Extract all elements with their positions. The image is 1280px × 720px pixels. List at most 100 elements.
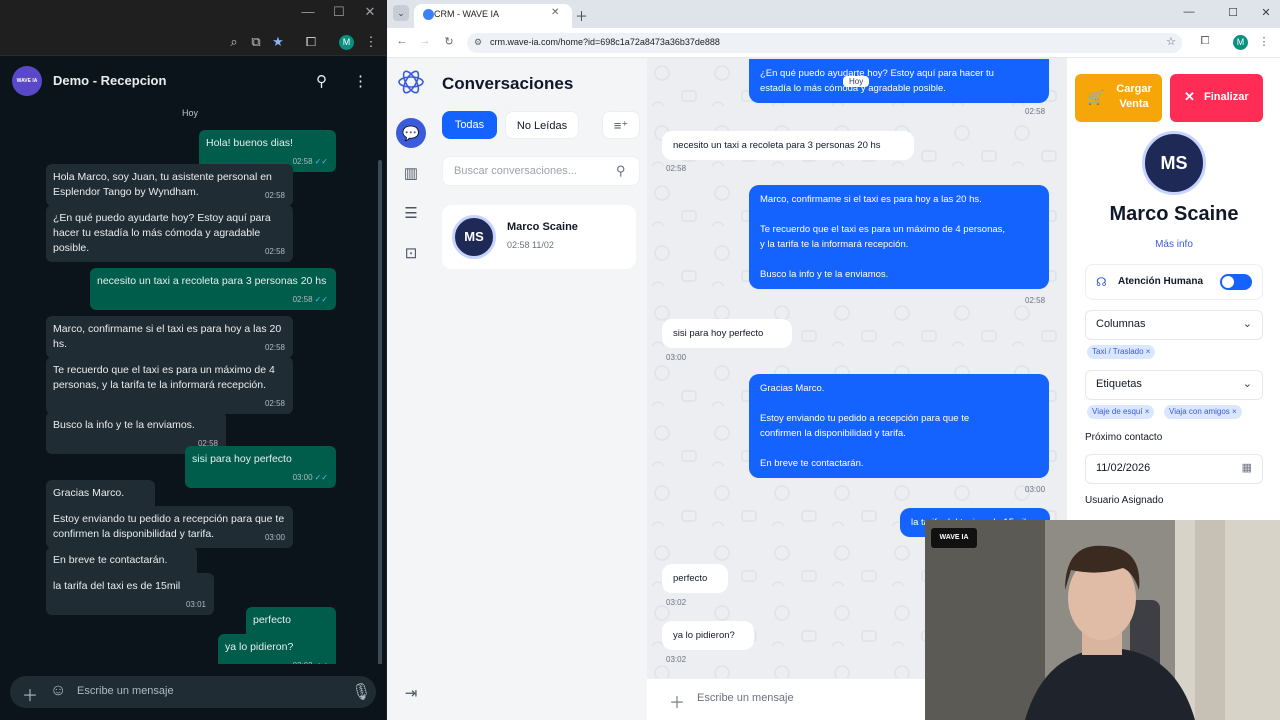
- message-text: ya lo pidieron?: [225, 641, 294, 653]
- outgoing-message[interactable]: necesito un taxi a recoleta para 3 perso…: [90, 268, 336, 310]
- extensions-icon[interactable]: ⧠: [303, 34, 319, 50]
- chat-avatar[interactable]: WAVE IA: [12, 66, 42, 96]
- tab-search-icon[interactable]: ⌄: [393, 5, 409, 21]
- message-line: Busco la info y te la enviamos.: [760, 269, 889, 280]
- message-time: 03:00: [1025, 485, 1046, 494]
- message-time: 03:00: [264, 533, 285, 542]
- new-list-icon[interactable]: ≡⁺: [602, 111, 640, 139]
- reload-icon[interactable]: ↻: [442, 35, 456, 48]
- extensions-icon[interactable]: ⧠: [1198, 35, 1212, 48]
- kanban-nav-icon[interactable]: ▥: [399, 162, 423, 186]
- more-info-link[interactable]: Más info: [1087, 239, 1261, 250]
- close-icon[interactable]: ✕: [360, 4, 380, 20]
- outgoing-message[interactable]: Marco, confirmame si el taxi es para hoy…: [749, 185, 1049, 289]
- human-attention-toggle[interactable]: [1220, 274, 1252, 290]
- zoom-icon[interactable]: ⌕: [226, 34, 242, 50]
- message-text: Marco, confirmame si el taxi es para hoy…: [53, 323, 282, 350]
- headset-icon: ☊: [1096, 275, 1107, 289]
- logout-icon[interactable]: ⇥: [399, 682, 423, 706]
- tab-title[interactable]: CRM - WAVE IA: [434, 9, 499, 19]
- new-tab-icon[interactable]: ＋: [575, 6, 588, 25]
- browser-menu-icon[interactable]: ⋮: [1257, 35, 1271, 48]
- load-sale-button[interactable]: 🛒 Cargar Venta: [1075, 74, 1162, 122]
- search-icon[interactable]: ⚲: [316, 72, 327, 90]
- minimize-icon[interactable]: —: [298, 4, 318, 19]
- cart-icon: 🛒: [1087, 89, 1105, 105]
- maximize-icon[interactable]: ☐: [329, 4, 349, 20]
- incoming-message[interactable]: ¿En qué puedo ayudarte hoy? Estoy aquí p…: [46, 205, 293, 262]
- contacts-nav-icon[interactable]: ⊡: [399, 242, 423, 266]
- message-text: Gracias Marco.: [53, 487, 125, 499]
- sticker-icon[interactable]: ☺: [50, 682, 66, 700]
- message-line: Gracias Marco.: [760, 383, 825, 394]
- message-time: 02:58: [264, 399, 285, 408]
- chats-nav-icon[interactable]: 💬: [396, 118, 426, 148]
- conversation-item[interactable]: MS Marco Scaine 02:58 11/02: [442, 205, 636, 269]
- outgoing-message[interactable]: ¿En qué puedo ayudarte hoy? Estoy aquí p…: [749, 59, 1049, 103]
- finish-button[interactable]: ✕ Finalizar: [1170, 74, 1263, 122]
- incoming-message[interactable]: necesito un taxi a recoleta para 3 perso…: [662, 131, 914, 160]
- profile-avatar[interactable]: M: [1233, 35, 1248, 50]
- columns-select[interactable]: Columnas ⌄: [1085, 310, 1263, 340]
- forward-icon[interactable]: →: [418, 35, 432, 47]
- plus-icon[interactable]: ＋: [22, 682, 38, 706]
- incoming-message[interactable]: Te recuerdo que el taxi es para un máxim…: [46, 357, 293, 414]
- message-line: [760, 207, 1038, 222]
- star-icon[interactable]: ★: [270, 34, 286, 50]
- maximize-icon[interactable]: ☐: [1223, 6, 1243, 19]
- more-icon[interactable]: ⋮: [353, 72, 368, 90]
- tag-chip[interactable]: Viaja con amigos ×: [1164, 405, 1242, 419]
- incoming-message[interactable]: Hola Marco, soy Juan, tu asistente perso…: [46, 164, 293, 206]
- bookmark-star-icon[interactable]: ☆: [1164, 35, 1178, 48]
- scrollbar[interactable]: [378, 160, 382, 670]
- incoming-message[interactable]: sisi para hoy perfecto: [662, 319, 792, 348]
- chat-title[interactable]: Demo - Recepcion: [53, 73, 166, 88]
- message-time: 03:00 ✓✓: [292, 473, 328, 482]
- incoming-message[interactable]: la tarifa del taxi es de 15mil 03:01: [46, 573, 214, 615]
- close-icon[interactable]: ✕: [1256, 6, 1276, 19]
- minimize-icon[interactable]: —: [1179, 6, 1199, 18]
- message-line: Te recuerdo que el taxi es para un máxim…: [760, 224, 1006, 235]
- filter-all-tab[interactable]: Todas: [442, 111, 497, 139]
- incoming-message[interactable]: Marco, confirmame si el taxi es para hoy…: [46, 316, 293, 358]
- conversation-meta: 02:58 11/02: [507, 240, 554, 250]
- incoming-message[interactable]: perfecto: [662, 564, 728, 593]
- next-contact-date-input[interactable]: 11/02/2026 ▦: [1085, 454, 1263, 484]
- mic-icon[interactable]: 🎙: [351, 682, 371, 702]
- address-bar: [0, 28, 386, 56]
- tag-chip[interactable]: Viaje de esquí ×: [1087, 405, 1155, 419]
- filter-unread-tab[interactable]: No Leídas: [505, 111, 579, 139]
- search-icon[interactable]: ⚲: [616, 163, 626, 179]
- message-text: En breve te contactarán.: [53, 554, 168, 566]
- message-text: Hola Marco, soy Juan, tu asistente perso…: [53, 171, 272, 198]
- message-input[interactable]: Escribe un mensaje: [77, 685, 174, 697]
- message-line: sisi para hoy perfecto: [673, 328, 764, 339]
- message-time: 02:58: [666, 164, 687, 173]
- attach-plus-icon[interactable]: ＋: [669, 689, 685, 713]
- close-x-icon: ✕: [1184, 89, 1195, 104]
- outgoing-message[interactable]: Gracias Marco. Estoy enviando tu pedido a…: [749, 374, 1049, 478]
- search-field[interactable]: Buscar conversaciones... ⚲: [442, 156, 640, 186]
- url-text[interactable]: crm.wave-ia.com/home?id=698c1a72a8473a36…: [490, 37, 720, 47]
- contact-avatar-large: MS: [1142, 131, 1206, 195]
- incoming-message[interactable]: Estoy enviando tu pedido a recepción par…: [46, 506, 293, 548]
- webcam-overlay: WAVE IA: [925, 520, 1280, 720]
- back-icon[interactable]: ←: [395, 35, 409, 47]
- message-text: ¿En qué puedo ayudarte hoy? Estoy aquí p…: [53, 212, 271, 254]
- list-nav-icon[interactable]: ☰: [399, 202, 423, 226]
- tags-select[interactable]: Etiquetas ⌄: [1085, 370, 1263, 400]
- tab-close-icon[interactable]: ✕: [551, 7, 559, 18]
- profile-avatar[interactable]: M: [339, 35, 354, 50]
- install-icon[interactable]: ⧉: [248, 34, 264, 50]
- search-input[interactable]: Buscar conversaciones...: [454, 165, 577, 177]
- browser-menu-icon[interactable]: ⋮: [363, 34, 379, 50]
- day-badge: Hoy: [843, 76, 870, 87]
- outgoing-message[interactable]: sisi para hoy perfecto 03:00 ✓✓: [185, 446, 336, 488]
- wave-logo-icon[interactable]: [397, 68, 425, 96]
- column-chip[interactable]: Taxi / Traslado ×: [1087, 345, 1156, 359]
- message-time: 02:58: [1025, 296, 1046, 305]
- next-contact-label: Próximo contacto: [1085, 432, 1163, 443]
- site-info-icon[interactable]: ⚙: [474, 37, 482, 48]
- chat-input[interactable]: Escribe un mensaje: [697, 692, 794, 704]
- incoming-message[interactable]: ya lo pidieron?: [662, 621, 754, 650]
